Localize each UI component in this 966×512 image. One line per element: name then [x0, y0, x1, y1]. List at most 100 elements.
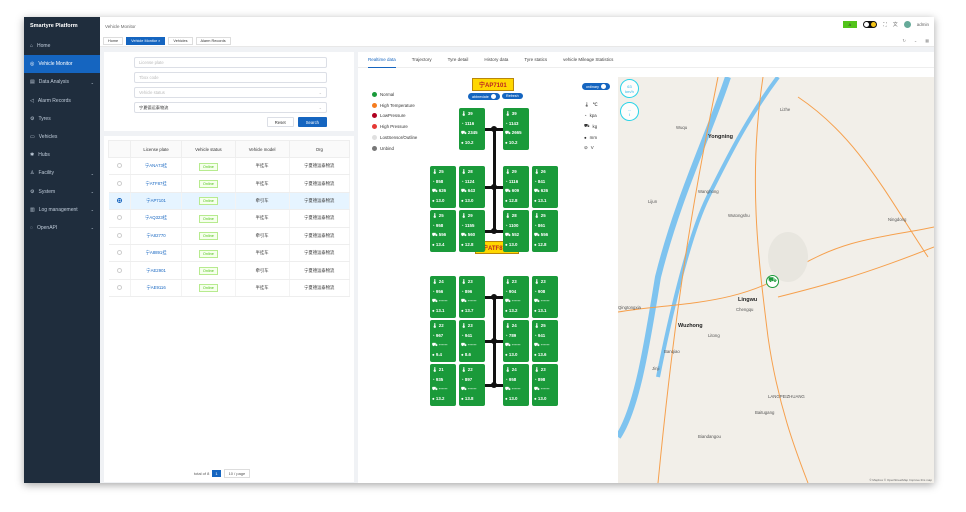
tyre-load: 556 — [540, 232, 549, 238]
truck-marker[interactable]: ⛟ — [766, 275, 779, 288]
plate-link[interactable]: 宁A8891挂 — [146, 250, 167, 255]
ordinary-toggle[interactable]: ordinary — [582, 83, 610, 90]
sidebar-item-home[interactable]: ⌂ Home — [24, 37, 100, 55]
tyre-temp: 24 — [511, 367, 517, 372]
plate-link[interactable]: 宁ATF87挂 — [145, 181, 166, 186]
tyre-card[interactable]: 🌡 21 ◔ 935 ⛟ ------ ● 13.2 — [430, 364, 456, 406]
sidebar-item-data-analysis[interactable]: ▤ Data Analysis ⌄ — [24, 73, 100, 91]
sidebar-item-hubs[interactable]: ✱ Hubs — [24, 146, 100, 164]
tyre-card[interactable]: 🌡 29 ◔ 1155 ⛟ 560 ● 12.8 — [459, 210, 485, 252]
table-row[interactable]: 宁ATF87挂 Online 半挂车 宁夏德运泰物流 — [108, 174, 351, 193]
reset-button[interactable]: Reset — [266, 117, 294, 127]
tab-realtime-data[interactable]: Realtime data — [368, 52, 396, 68]
avatar[interactable] — [903, 21, 911, 28]
row-radio[interactable] — [116, 232, 122, 238]
row-radio[interactable] — [116, 215, 122, 221]
org-cell: 宁夏德运泰物流 — [289, 157, 351, 176]
tag-0[interactable]: Home — [103, 36, 124, 45]
refresh-icon[interactable]: ↻ — [903, 38, 906, 43]
table-row[interactable]: 宁ANA73挂 Online 半挂车 宁夏德运泰物流 — [108, 157, 351, 176]
tyre-card[interactable]: 🌡 25 ◔ 858 ⛟ 626 ● 13.0 — [430, 166, 456, 208]
tyre-load: ------ — [438, 342, 448, 348]
tyre-load: ------ — [467, 342, 477, 348]
fullscreen-icon[interactable]: ⛶ — [883, 22, 887, 28]
language-badge[interactable]: A — [842, 21, 858, 28]
tyre-card[interactable]: 🌡 24 ◔ 956 ⛟ ------ ● 13.1 — [430, 276, 456, 318]
plate-link[interactable]: 宁A82770 — [147, 233, 166, 238]
row-radio[interactable] — [116, 284, 122, 290]
abbreviate-toggle[interactable]: abbreviate — [468, 93, 500, 100]
tab-tyre-statics[interactable]: Tyre statics — [524, 52, 547, 68]
sidebar-item-tyres[interactable]: ⚙ Tyres — [24, 110, 100, 128]
translate-icon[interactable]: 文 — [893, 21, 898, 28]
page-size-select[interactable]: 10 / page — [223, 469, 251, 478]
row-radio[interactable] — [116, 163, 122, 169]
tag-2[interactable]: Vehicles — [168, 36, 193, 45]
sidebar-item-alarm-records[interactable]: ◁ Alarm Records — [24, 92, 100, 110]
search-button[interactable]: Search — [297, 117, 327, 127]
tyre-card[interactable]: 🌡 28 ◔ 1124 ⛟ 643 ● 13.0 — [459, 166, 485, 208]
tyre-card[interactable]: 🌡 28 ◔ 1100 ⛟ 552 ● 13.0 — [503, 210, 529, 252]
row-radio[interactable] — [116, 250, 122, 256]
chevron-down-icon[interactable]: ⌄ — [914, 38, 917, 43]
tyre-card[interactable]: 🌡 23 ◔ 896 ⛟ ------ ● 13.7 — [459, 276, 485, 318]
map-place-label: Litong — [708, 333, 720, 338]
tyre-card[interactable]: 🌡 39 ◔ 1143 ⛟ 2665 ● 10.2 — [503, 108, 529, 150]
tyre-card[interactable]: 🌡 23 ◔ 904 ⛟ ------ ● 13.2 — [503, 276, 529, 318]
plate-link[interactable]: 宁AP7101 — [146, 198, 166, 203]
row-radio[interactable] — [116, 267, 122, 273]
tyre-card[interactable]: 🌡 23 ◔ 941 ⛟ ------ ● 8.6 — [459, 320, 485, 362]
vehicle-status-select[interactable]: Vehicle status ⌄ — [134, 87, 327, 98]
tyre-card[interactable]: 🌡 25 ◔ 941 ⛟ ------ ● 13.6 — [532, 320, 558, 362]
table-row[interactable]: 宁AQ323挂 Online 半挂车 宁夏德运泰物流 — [108, 209, 351, 228]
sidebar-item-openapi[interactable]: ◌ OpenAPI ⌄ — [24, 219, 100, 237]
table-row[interactable]: 宁A8891挂 Online 半挂车 宁夏德运泰物流 — [108, 244, 351, 263]
page-1-button[interactable]: 1 — [212, 470, 221, 477]
tag-1[interactable]: Vehicle Monitor × — [126, 36, 166, 45]
table-row[interactable]: 宁AP7101 Online 牵引车 宁夏德运泰物流 — [108, 192, 351, 211]
tyre-tread: 13.0 — [508, 351, 518, 357]
sidebar-item-facility[interactable]: ♙ Facility ⌄ — [24, 164, 100, 182]
tab-vehicle-mileage-statistics[interactable]: vehicle Mileage Statistics — [563, 52, 613, 68]
tyre-card[interactable]: 🌡 29 ◔ 1116 ⛟ 609 ● 12.8 — [503, 166, 529, 208]
tyre-card[interactable]: 🌡 26 ◔ 841 ⛟ 626 ● 13.1 — [532, 166, 558, 208]
vehicle-table: License plate Vehicle status Vehicle model… — [108, 140, 351, 298]
tyre-card[interactable]: 🌡 24 ◔ 958 ⛟ ------ ● 13.0 — [503, 364, 529, 406]
tab-history-data[interactable]: History data — [484, 52, 508, 68]
table-row[interactable]: 宁AE9116 Online 半挂车 宁夏德运泰物流 — [108, 279, 351, 298]
tyre-card[interactable]: 🌡 23 ◔ 898 ⛟ ------ ● 13.0 — [532, 364, 558, 406]
plate-link[interactable]: 宁AE9116 — [146, 285, 165, 290]
theme-toggle[interactable] — [863, 21, 878, 28]
sidebar-item-system[interactable]: ⚙ System ⌄ — [24, 183, 100, 201]
sidebar-item-vehicle-monitor[interactable]: ◎ Vehicle Monitor — [24, 55, 100, 74]
map-view[interactable]: 63 km/h -- I Yongning Lingwu Wuzhong Litong Ch… — [618, 77, 934, 483]
row-radio[interactable] — [116, 180, 122, 186]
tyre-card[interactable]: 🌡 22 ◔ 897 ⛟ ------ ● 13.8 — [459, 364, 485, 406]
tag-3[interactable]: Alarm Records — [195, 36, 231, 45]
tyre-card[interactable]: 🌡 25 ◔ 861 ⛟ 556 ● 12.8 — [532, 210, 558, 252]
tyre-card[interactable]: 🌡 22 ◔ 967 ⛟ ------ ● 9.4 — [430, 320, 456, 362]
tyre-card[interactable]: 🌡 39 ◔ 1116 ⛟ 2345 ● 10.2 — [459, 108, 485, 150]
sidebar-item-label: System — [38, 188, 56, 195]
tbox-code-input[interactable]: Tbox code — [134, 72, 327, 83]
tab-tyre-detail[interactable]: Tyre detail — [448, 52, 469, 68]
refresh-button[interactable]: Refresh — [502, 93, 523, 99]
table-row[interactable]: 宁AE2901 Online 牵引车 宁夏德运泰物流 — [108, 261, 351, 280]
map-attribution[interactable]: © Mapbox © OpenStreetMap Improve this ma… — [869, 478, 932, 482]
tyre-card[interactable]: 🌡 25 ◔ 958 ⛟ 556 ● 13.4 — [430, 210, 456, 252]
tab-trajectory[interactable]: Trajectory — [412, 52, 432, 68]
sidebar-item-log-management[interactable]: ▥ Log management ⌄ — [24, 201, 100, 219]
row-radio[interactable] — [116, 197, 122, 203]
grid-icon[interactable]: ▦ — [925, 38, 929, 43]
plate-link[interactable]: 宁AE2901 — [146, 268, 166, 273]
plate-link[interactable]: 宁AQ323挂 — [145, 215, 167, 220]
tyre-card[interactable]: 🌡 23 ◔ 908 ⛟ ------ ● 13.1 — [532, 276, 558, 318]
plate-link[interactable]: 宁ANA73挂 — [145, 163, 167, 168]
table-row[interactable]: 宁A82770 Online 牵引车 宁夏德运泰物流 — [108, 227, 351, 245]
username[interactable]: admin — [917, 22, 929, 27]
tyre-pressure: 897 — [464, 376, 473, 382]
org-select[interactable]: 宁夏德运泰物流 ⌄ — [134, 102, 327, 113]
license-plate-input[interactable]: License plate — [134, 57, 327, 68]
tyre-card[interactable]: 🌡 24 ◔ 789 ⛟ ------ ● 13.0 — [503, 320, 529, 362]
sidebar-item-vehicles[interactable]: ▭ Vehicles — [24, 128, 100, 146]
